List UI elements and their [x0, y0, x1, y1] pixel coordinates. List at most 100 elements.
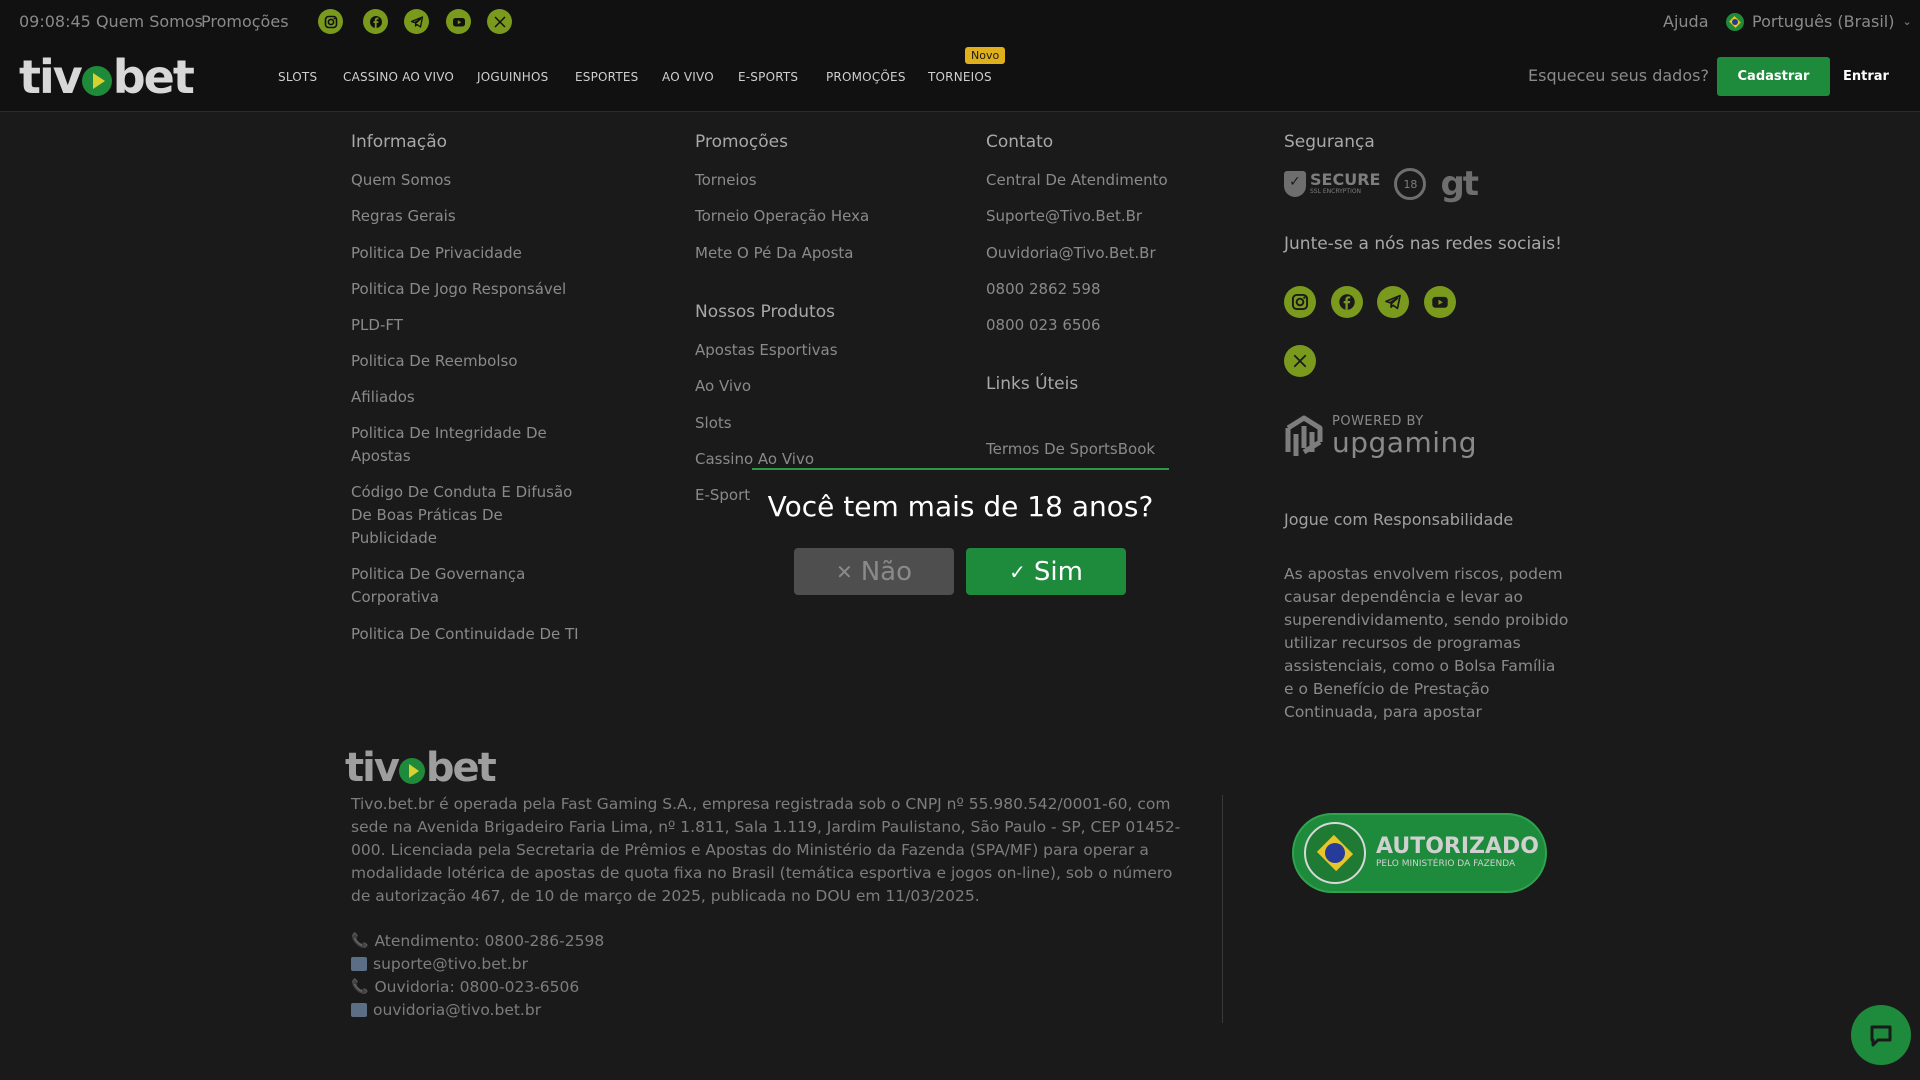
age-question: Você tem mais de 18 anos?: [767, 490, 1154, 523]
footer-link[interactable]: Slots: [695, 412, 732, 435]
nav-slots[interactable]: SLOTS: [278, 70, 317, 84]
instagram-icon[interactable]: [318, 9, 343, 34]
telegram-icon[interactable]: [404, 9, 429, 34]
x-twitter-icon[interactable]: [1284, 345, 1316, 377]
logo-play-icon: [81, 66, 112, 96]
email-icon: [351, 1003, 367, 1017]
youtube-icon[interactable]: [1424, 286, 1456, 318]
footer-link[interactable]: Corporativa: [351, 586, 439, 609]
social-heading: Junte-se a nós nas redes sociais!: [1284, 234, 1562, 254]
nav-cassino-ao-vivo[interactable]: CASSINO AO VIVO: [343, 70, 454, 84]
legal-text: Tivo.bet.br é operada pela Fast Gaming S…: [351, 795, 1181, 905]
x-twitter-icon[interactable]: [487, 9, 512, 34]
register-button[interactable]: Cadastrar: [1717, 57, 1830, 96]
youtube-icon[interactable]: [446, 9, 471, 34]
autorizado-title: AUTORIZADO: [1376, 834, 1539, 859]
footer-link[interactable]: Politica De Governança: [351, 563, 525, 586]
clock: 09:08:45 Quem Somos: [19, 12, 203, 31]
chat-bubble-icon: [1870, 1025, 1892, 1047]
nav-ao-vivo[interactable]: AO VIVO: [662, 70, 714, 84]
logo[interactable]: tiv bet: [19, 50, 195, 104]
footer-link[interactable]: Apostas: [351, 445, 411, 468]
brazil-flag-icon: [1726, 12, 1744, 31]
age-verification-modal: Você tem mais de 18 anos? ✕ Não ✓ Sim: [752, 468, 1169, 611]
top-link-quem-somos[interactable]: Quem Somos: [96, 12, 203, 31]
footer-link[interactable]: Mete O Pé Da Aposta: [695, 242, 854, 265]
footer-link[interactable]: Apostas Esportivas: [695, 339, 838, 362]
secure-text: SECURE: [1310, 170, 1381, 189]
chat-button[interactable]: [1851, 1005, 1911, 1065]
footer-link[interactable]: Politica De Privacidade: [351, 242, 522, 265]
yes-label: Sim: [1033, 556, 1083, 587]
logo-text-left: tiv: [345, 745, 400, 791]
footer-link[interactable]: Publicidade: [351, 527, 437, 550]
nav-esportes[interactable]: ESPORTES: [575, 70, 638, 84]
footer-link[interactable]: De Boas Práticas De: [351, 504, 503, 527]
telegram-icon[interactable]: [1377, 286, 1409, 318]
footer-link[interactable]: Quem Somos: [351, 169, 451, 192]
footer-link[interactable]: Termos De SportsBook: [986, 438, 1155, 461]
brazil-flag-icon: [1304, 822, 1366, 884]
footer-link[interactable]: Politica De Continuidade De TI: [351, 623, 579, 646]
autorizado-badge: AUTORIZADO PELO MINISTÉRIO DA FAZENDA: [1292, 813, 1547, 893]
footer-link[interactable]: 0800 023 6506: [986, 314, 1101, 337]
language-label: Português (Brasil): [1752, 12, 1895, 31]
logo-text-right: bet: [425, 745, 497, 791]
yes-button[interactable]: ✓ Sim: [966, 548, 1126, 595]
footer-link[interactable]: Código De Conduta E Difusão: [351, 481, 572, 504]
footer-link[interactable]: Politica De Integridade De: [351, 422, 547, 445]
top-bar: 09:08:45 Quem Somos Promoções Ajuda Port…: [0, 0, 1920, 42]
instagram-icon[interactable]: [1284, 286, 1316, 318]
responsible-text: As apostas envolvem riscos, podem causar…: [1284, 565, 1569, 721]
footer-link[interactable]: Politica De Reembolso: [351, 350, 518, 373]
no-label: Não: [860, 556, 913, 587]
forgot-credentials-link[interactable]: Esqueceu seus dados?: [1528, 66, 1709, 85]
contact-phone-ouvidoria: 📞 Ouvidoria: 0800-023-6506: [351, 978, 579, 996]
gt-logo: gt: [1440, 164, 1479, 204]
footer-link[interactable]: Torneio Operação Hexa: [695, 205, 869, 228]
top-link-promocoes[interactable]: Promoções: [201, 12, 289, 31]
upgaming-logo: POWERED BY upgaming: [1284, 412, 1477, 460]
contact-email-suporte: suporte@tivo.bet.br: [351, 955, 528, 973]
contact-text[interactable]: suporte@tivo.bet.br: [373, 955, 528, 973]
facebook-icon[interactable]: [1331, 286, 1363, 318]
footer-link[interactable]: E-Sport: [695, 484, 750, 507]
footer-link[interactable]: Central De Atendimento: [986, 169, 1168, 192]
shield-icon: [1284, 171, 1306, 197]
footer-link[interactable]: Afiliados: [351, 386, 415, 409]
footer-link[interactable]: PLD-FT: [351, 314, 403, 337]
contact-email-ouvidoria: ouvidoria@tivo.bet.br: [351, 1001, 541, 1019]
email-icon: [351, 957, 367, 971]
seguranca-heading: Segurança: [1284, 132, 1375, 152]
promocoes-heading: Promoções: [695, 132, 788, 152]
contact-text: Ouvidoria: 0800-023-6506: [374, 978, 580, 996]
help-link[interactable]: Ajuda: [1663, 12, 1709, 31]
footer-link[interactable]: 0800 2862 598: [986, 278, 1101, 301]
informacao-heading: Informação: [351, 132, 448, 152]
footer-link[interactable]: Torneios: [695, 169, 757, 192]
ssl-secure-badge: SECURE SSL ENCRYPTION: [1284, 171, 1380, 197]
footer-link[interactable]: Regras Gerais: [351, 205, 456, 228]
autorizado-subtitle: PELO MINISTÉRIO DA FAZENDA: [1376, 859, 1516, 869]
language-selector[interactable]: Português (Brasil) ⌄: [1726, 12, 1912, 31]
footer-link[interactable]: Suporte@Tivo.Bet.Br: [986, 205, 1142, 228]
no-button[interactable]: ✕ Não: [794, 548, 954, 595]
footer-link[interactable]: Ao Vivo: [695, 375, 751, 398]
responsible-heading: Jogue com Responsabilidade: [1284, 510, 1514, 529]
facebook-icon[interactable]: [363, 9, 388, 34]
contact-text[interactable]: ouvidoria@tivo.bet.br: [373, 1001, 541, 1019]
logo-text-left: tiv: [19, 50, 83, 104]
new-badge: Novo: [965, 47, 1006, 64]
upgaming-name: upgaming: [1332, 426, 1478, 459]
chevron-down-icon: ⌄: [1902, 15, 1912, 28]
nav-joguinhos[interactable]: JOGUINHOS: [477, 70, 548, 84]
footer-link[interactable]: Ouvidoria@Tivo.Bet.Br: [986, 242, 1156, 265]
security-badges: SECURE SSL ENCRYPTION 18 gt: [1284, 164, 1479, 204]
nav-torneios[interactable]: TORNEIOS: [928, 70, 992, 84]
login-button[interactable]: Entrar: [1830, 57, 1902, 96]
footer-link[interactable]: Politica De Jogo Responsável: [351, 278, 566, 301]
nav-promocoes[interactable]: PROMOÇÕES: [826, 70, 906, 84]
nav-e-sports[interactable]: E-SPORTS: [738, 70, 798, 84]
logo-text-right: bet: [112, 50, 195, 104]
contato-heading: Contato: [986, 132, 1054, 152]
